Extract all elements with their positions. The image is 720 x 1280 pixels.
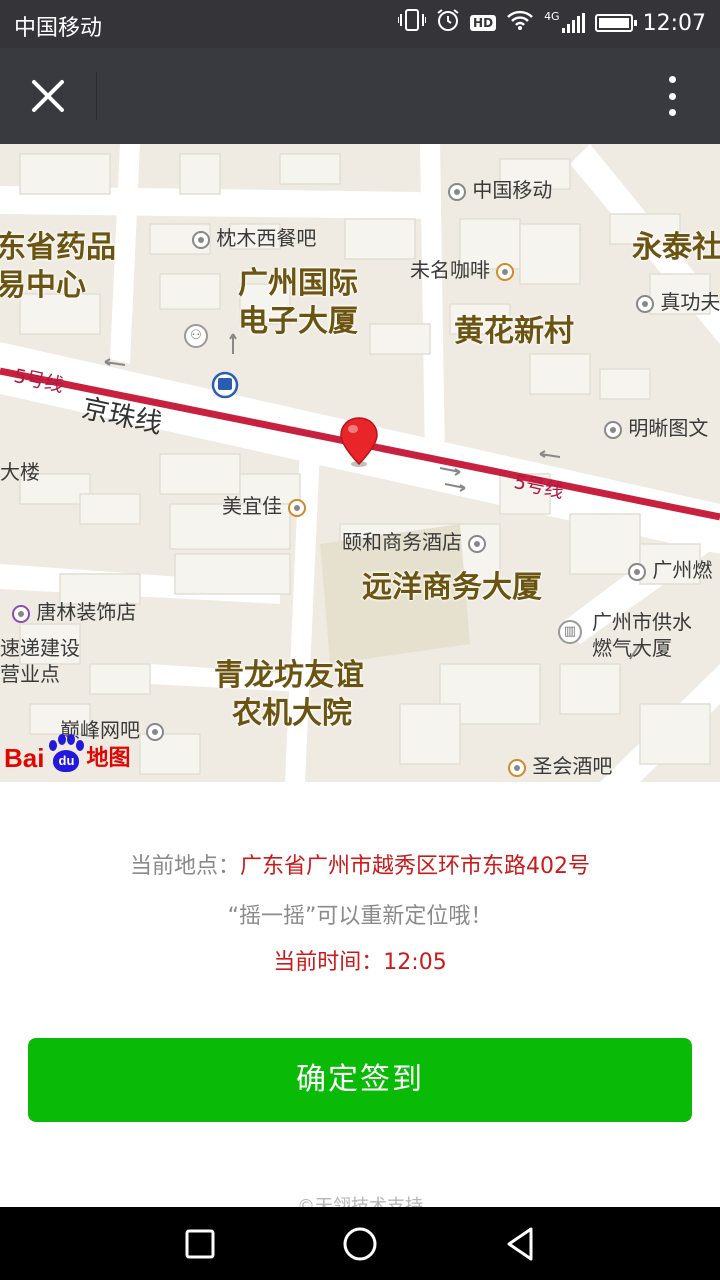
label-gongshui-1: 广州市供水 bbox=[592, 610, 692, 634]
building-icon bbox=[628, 562, 646, 581]
logo-text-ditu: 地图 bbox=[86, 746, 131, 771]
wifi-icon bbox=[506, 9, 534, 37]
poi-label: 枕木西餐吧 bbox=[216, 226, 317, 250]
signal-icon bbox=[561, 13, 585, 33]
poi-label: 明晰图文 bbox=[628, 416, 709, 440]
network-type: 4G bbox=[544, 10, 560, 23]
label-gongshui-2: 燃气大厦 bbox=[592, 636, 672, 660]
poi-label: 美宜佳 bbox=[222, 494, 282, 518]
poi-meiyijia[interactable]: 美宜佳 bbox=[222, 490, 307, 519]
more-button[interactable] bbox=[652, 74, 692, 118]
poi-tanglin[interactable]: 唐林装饰店 bbox=[12, 596, 136, 625]
home-icon[interactable] bbox=[341, 1225, 379, 1263]
poi-label: 广州燃 bbox=[652, 558, 713, 582]
label-qinglong-2: 农机大院 bbox=[232, 696, 353, 732]
poi-shenghui[interactable]: 圣会酒吧 bbox=[508, 750, 612, 779]
current-time: 当前时间：12:05 bbox=[0, 944, 720, 976]
hd-badge: HD bbox=[470, 15, 497, 31]
alarm-icon bbox=[436, 8, 460, 38]
status-bar: 中国移动 HD 4G 12:07 bbox=[0, 0, 720, 48]
system-nav-bar bbox=[0, 1207, 720, 1280]
poi-label: 真功夫 bbox=[660, 290, 720, 314]
label-yuanyang: 远洋商务大厦 bbox=[362, 570, 543, 606]
carrier-name: 中国移动 bbox=[14, 16, 103, 41]
baidu-map-logo: Bai du 地图 bbox=[4, 730, 130, 774]
location-value: 广东省广州市越秀区环市东路402号 bbox=[240, 854, 590, 879]
hotel-icon bbox=[468, 534, 487, 553]
internet-cafe-icon bbox=[146, 722, 165, 741]
confirm-checkin-button[interactable]: 确定签到 bbox=[28, 1038, 692, 1122]
title-divider bbox=[96, 72, 97, 120]
status-time: 12:07 bbox=[642, 10, 706, 36]
label-express-2: 营业点 bbox=[0, 662, 60, 686]
poi-weiming-cafe[interactable]: 未名咖啡 bbox=[410, 254, 515, 283]
shop-icon bbox=[604, 420, 622, 439]
back-icon[interactable] bbox=[501, 1225, 539, 1263]
label-yongtai: 永泰社 bbox=[632, 230, 720, 266]
more-dot bbox=[668, 109, 676, 116]
label-drug-center-2: 易中心 bbox=[0, 268, 86, 304]
poi-label: 唐林装饰店 bbox=[36, 600, 137, 624]
title-bar bbox=[0, 48, 720, 144]
battery-icon bbox=[594, 14, 637, 32]
restaurant-icon bbox=[636, 294, 654, 313]
poi-label: 颐和商务酒店 bbox=[342, 530, 462, 554]
label-intl-building-2: 电子大厦 bbox=[238, 304, 359, 340]
poi-mingxi[interactable]: 明晰图文 bbox=[604, 412, 708, 441]
time-value: 12:05 bbox=[383, 950, 447, 975]
poi-china-mobile[interactable]: 中国移动 bbox=[448, 174, 552, 203]
paw-icon: du bbox=[45, 734, 85, 774]
location-pin-icon bbox=[340, 417, 378, 467]
restaurant-icon bbox=[192, 230, 210, 249]
logo-text-bai: Bai bbox=[4, 743, 45, 773]
poi-zhengong[interactable]: 真功夫 bbox=[636, 286, 720, 315]
current-location: 当前地点：广东省广州市越秀区环市东路402号 bbox=[0, 848, 720, 880]
logo-text-du: du bbox=[53, 750, 80, 772]
close-button[interactable] bbox=[24, 72, 72, 120]
time-label: 当前时间： bbox=[273, 950, 384, 975]
app-root: 中国移动 HD 4G 12:07 中国移动 东省药品 易中心 枕木西餐吧 广州国… bbox=[0, 0, 720, 1280]
label-dalou: 大楼 bbox=[0, 460, 40, 484]
label-huanghua: 黄花新村 bbox=[454, 314, 575, 350]
poi-yihe-hotel[interactable]: 颐和商务酒店 bbox=[342, 526, 487, 555]
phone-icon bbox=[448, 182, 466, 201]
poi-label: 中国移动 bbox=[472, 178, 553, 202]
recent-apps-icon[interactable] bbox=[181, 1225, 219, 1263]
poi-zhenmu[interactable]: 枕木西餐吧 bbox=[192, 222, 316, 251]
close-icon bbox=[32, 80, 64, 112]
map-view[interactable]: 中国移动 东省药品 易中心 枕木西餐吧 广州国际 电子大厦 未名咖啡 永泰社 黄… bbox=[0, 144, 720, 782]
shake-hint: “摇一摇”可以重新定位哦！ bbox=[227, 904, 493, 929]
poi-label: 圣会酒吧 bbox=[532, 754, 613, 778]
more-dot bbox=[668, 92, 676, 100]
shopping-bag-icon bbox=[12, 604, 30, 623]
more-vertical-icon bbox=[668, 76, 676, 83]
label-express-1: 速递建设 bbox=[0, 636, 80, 660]
toilet-icon: ⚇ bbox=[184, 324, 208, 348]
status-icons: HD 4G 12:07 bbox=[397, 8, 706, 38]
cafe-icon bbox=[496, 262, 515, 281]
bar-icon bbox=[508, 758, 526, 777]
building-icon: ▥ bbox=[558, 620, 582, 644]
vibrate-icon bbox=[397, 8, 428, 38]
poi-guangzhou-ran[interactable]: 广州燃 bbox=[628, 554, 712, 583]
checkin-panel: 当前地点：广东省广州市越秀区环市东路402号 “摇一摇”可以重新定位哦！ 当前时… bbox=[0, 782, 720, 1217]
shop-icon bbox=[288, 498, 307, 517]
poi-label: 未名咖啡 bbox=[410, 258, 490, 282]
location-label: 当前地点： bbox=[129, 854, 240, 879]
